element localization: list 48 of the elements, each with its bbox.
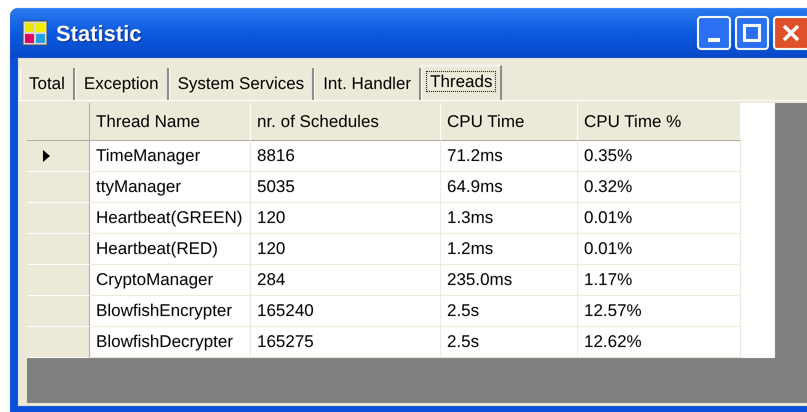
- tab[interactable]: System Services: [168, 68, 314, 100]
- column-header[interactable]: nr. of Schedules: [251, 103, 441, 141]
- table-cell: 120: [251, 203, 441, 234]
- table-cell: 1.3ms: [441, 203, 578, 234]
- minimize-button[interactable]: [697, 16, 731, 50]
- close-button[interactable]: [773, 16, 807, 50]
- current-row-icon: [43, 150, 50, 162]
- table-cell: 0.01%: [578, 234, 741, 265]
- table-cell: ttyManager: [90, 172, 251, 203]
- tab[interactable]: Threads: [421, 65, 502, 101]
- maximize-icon: [743, 24, 761, 42]
- table-cell: TimeManager: [90, 141, 251, 172]
- column-header[interactable]: Thread Name: [90, 103, 251, 141]
- header-corner: [27, 103, 90, 141]
- table-cell: 0.32%: [578, 172, 741, 203]
- table-cell: CryptoManager: [90, 265, 251, 296]
- table-cell: 284: [251, 265, 441, 296]
- table-cell: BlowfishDecrypter: [90, 327, 251, 358]
- table-cell: 1.2ms: [441, 234, 578, 265]
- table-cell: 1.17%: [578, 265, 741, 296]
- window-title: Statistic: [56, 20, 142, 48]
- tab[interactable]: Int. Handler: [314, 68, 422, 100]
- table-cell: BlowfishEncrypter: [90, 296, 251, 327]
- table-cell: Heartbeat(RED): [90, 234, 251, 265]
- app-icon: [22, 20, 48, 46]
- table-cell: 12.62%: [578, 327, 741, 358]
- table-cell: 8816: [251, 141, 441, 172]
- table-cell: 2.5s: [441, 296, 578, 327]
- table-cell: 0.35%: [578, 141, 741, 172]
- table-cell: 12.57%: [578, 296, 741, 327]
- tab[interactable]: Total: [20, 68, 75, 100]
- table-cell: 165275: [251, 327, 441, 358]
- table-cell: 71.2ms: [441, 141, 578, 172]
- table-cell: 0.01%: [578, 203, 741, 234]
- minimize-icon: [708, 38, 720, 42]
- column-header[interactable]: CPU Time: [441, 103, 578, 141]
- tab[interactable]: Exception: [74, 68, 169, 100]
- maximize-button[interactable]: [735, 16, 769, 50]
- table-cell: 2.5s: [441, 327, 578, 358]
- table-cell: 235.0ms: [441, 265, 578, 296]
- table-cell: 5035: [251, 172, 441, 203]
- table-cell: 64.9ms: [441, 172, 578, 203]
- table-cell: 120: [251, 234, 441, 265]
- row-header[interactable]: [27, 141, 90, 172]
- table-cell: Heartbeat(GREEN): [90, 203, 251, 234]
- column-header[interactable]: CPU Time %: [578, 103, 741, 141]
- table-cell: 165240: [251, 296, 441, 327]
- close-icon: [782, 24, 800, 42]
